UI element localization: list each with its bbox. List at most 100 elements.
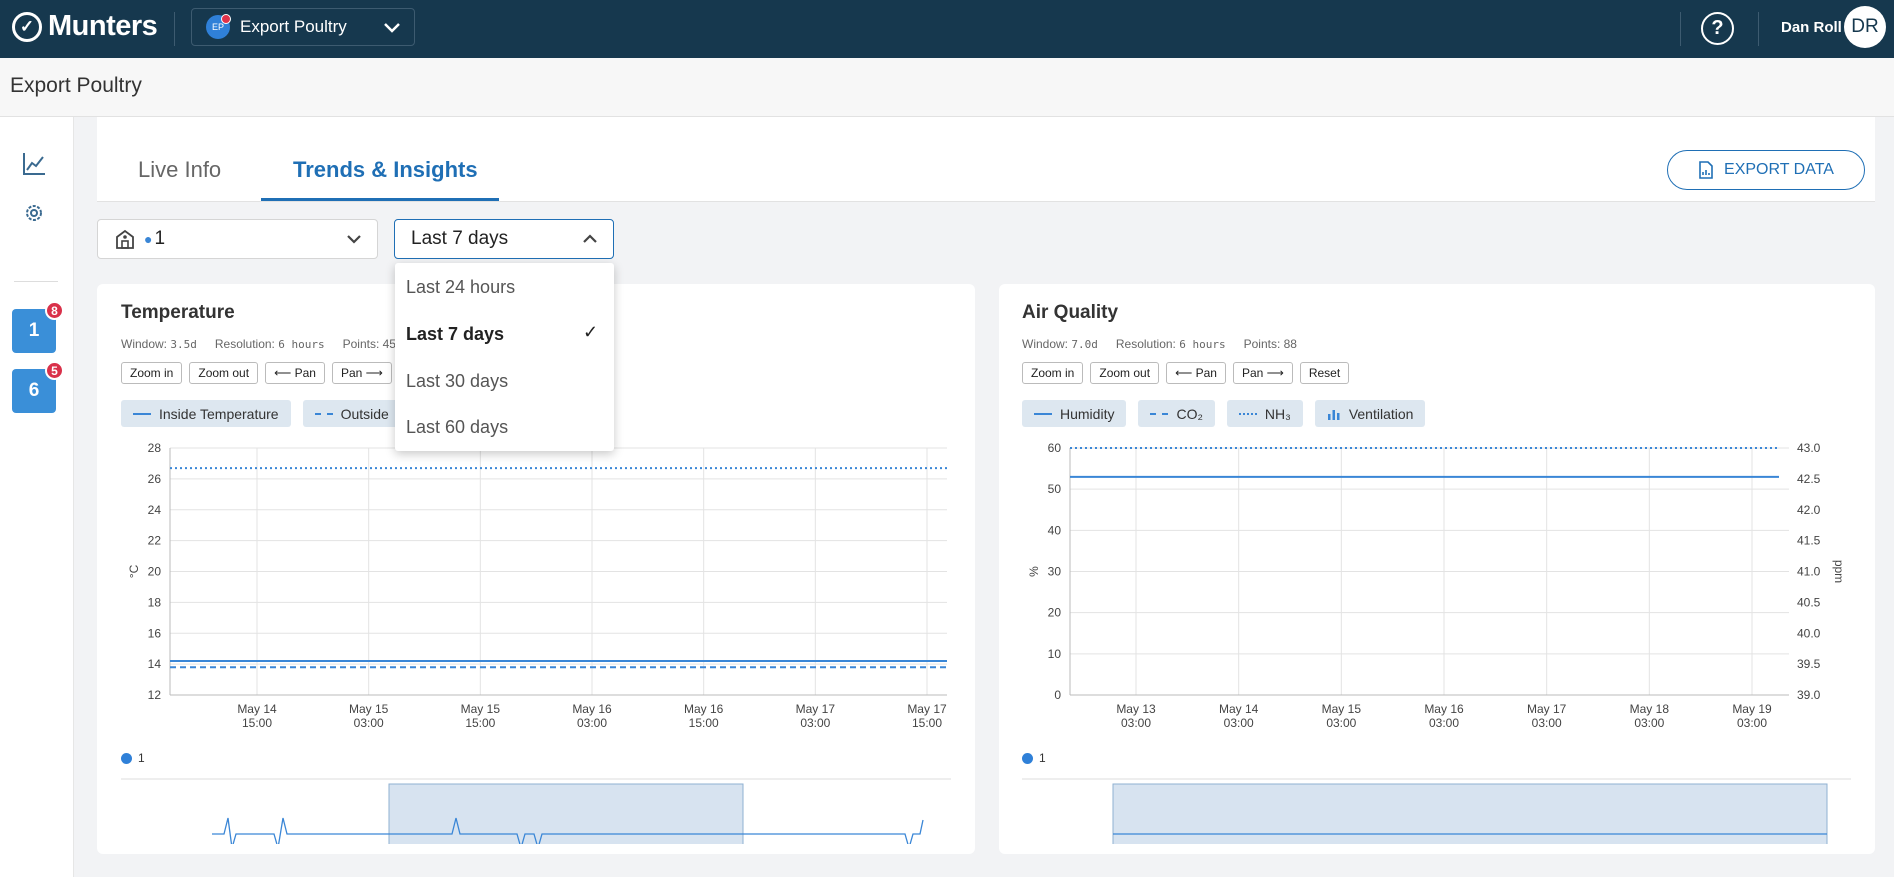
y2-tick-label: 40.0 (1797, 626, 1821, 640)
y-tick-label: 24 (148, 503, 162, 517)
y-tick-label: 20 (1048, 606, 1062, 620)
x-tick-label: May 17 (796, 702, 836, 716)
x-tick-label: May 15 (1322, 702, 1362, 716)
pan-right-button[interactable]: Pan ⟶ (1232, 362, 1293, 384)
chart-meta: Window: 7.0d Resolution: 6 hours Points:… (1022, 337, 1297, 351)
x-tick-label: 03:00 (1634, 716, 1664, 730)
house-color-dot (1022, 752, 1033, 764)
legend-inside-temperature[interactable]: Inside Temperature (121, 400, 291, 427)
house-1-button[interactable]: 1 8 (12, 301, 64, 353)
zoom-out-button[interactable]: Zoom out (189, 362, 259, 384)
divider (174, 12, 175, 46)
notification-dot (221, 14, 231, 24)
air-quality-card: Air Quality Window: 7.0d Resolution: 6 h… (999, 284, 1875, 854)
x-tick-label: May 17 (1527, 702, 1567, 716)
x-tick-label: May 19 (1732, 702, 1772, 716)
y2-tick-label: 42.0 (1797, 503, 1821, 517)
y-tick-label: 20 (148, 565, 162, 579)
y2-tick-label: 41.0 (1797, 565, 1821, 579)
x-tick-label: 03:00 (800, 716, 830, 730)
legend-ventilation[interactable]: Ventilation (1314, 400, 1426, 427)
user-initials: DR (1851, 16, 1879, 37)
y-tick-label: 22 (148, 534, 162, 548)
y-tick-label: 50 (1048, 482, 1062, 496)
farm-select-label: Export Poultry (240, 17, 347, 36)
house-6-button[interactable]: 6 5 (12, 361, 64, 413)
legend-label: CO₂ (1176, 405, 1203, 422)
active-tab-indicator (261, 198, 499, 201)
zoom-in-button[interactable]: Zoom in (121, 362, 183, 384)
house-legend[interactable]: 1 (1022, 751, 1046, 765)
window-meta: Window: 3.5d (121, 337, 197, 351)
menu-option-last-24-hours[interactable]: Last 24 hours (406, 277, 515, 298)
house-select[interactable]: ● 1 (97, 219, 378, 259)
line-chart-icon[interactable] (21, 151, 47, 177)
solid-line-icon (133, 412, 151, 415)
y-tick-label: 10 (1048, 647, 1062, 661)
menu-option-last-30-days[interactable]: Last 30 days (406, 371, 508, 392)
export-data-button[interactable]: EXPORT DATA (1667, 150, 1865, 190)
user-name[interactable]: Dan Roll (1781, 19, 1842, 36)
x-tick-label: 15:00 (912, 716, 942, 730)
brand-name: Munters (48, 10, 158, 42)
y-tick-label: 16 (148, 626, 162, 640)
y2-tick-label: 41.5 (1797, 534, 1821, 548)
help-icon[interactable]: ? (1701, 12, 1734, 45)
munters-logo-icon: ✓ (12, 11, 42, 42)
y-tick-label: 40 (1048, 523, 1062, 537)
y-tick-label: 14 (148, 657, 162, 671)
x-tick-label: May 15 (349, 702, 389, 716)
tab-trends-insights[interactable]: Trends & Insights (293, 157, 478, 183)
gear-icon[interactable] (21, 200, 47, 226)
y-tick-label: 26 (148, 472, 162, 486)
user-avatar[interactable]: DR (1844, 6, 1886, 48)
file-chart-icon (1699, 161, 1713, 179)
menu-option-last-60-days[interactable]: Last 60 days (406, 417, 508, 438)
legend-co2[interactable]: CO₂ (1138, 400, 1215, 427)
house-legend-label: 1 (1039, 751, 1046, 765)
menu-option-last-7-days[interactable]: Last 7 days (406, 324, 504, 345)
dotted-line-icon (1238, 412, 1257, 415)
reset-button[interactable]: Reset (1299, 362, 1350, 384)
y-axis-label: % (1027, 566, 1041, 577)
chevron-up-icon (583, 234, 597, 243)
x-tick-label: May 15 (461, 702, 501, 716)
help-symbol: ? (1711, 17, 1724, 39)
x-tick-label: May 14 (237, 702, 277, 716)
resolution-meta: Resolution: 6 hours (1115, 337, 1226, 351)
alarm-badge: 8 (45, 301, 64, 320)
divider (1680, 12, 1681, 46)
y-tick-label: 60 (1048, 441, 1062, 455)
pan-left-button[interactable]: ⟵ Pan (265, 362, 325, 384)
y-tick-label: 0 (1054, 688, 1061, 702)
dashed-line-icon (1150, 412, 1169, 415)
pan-left-button[interactable]: ⟵ Pan (1166, 362, 1226, 384)
farm-select[interactable]: EP Export Poultry (191, 8, 415, 46)
pan-right-button[interactable]: Pan ⟶ (331, 362, 392, 384)
x-tick-label: May 14 (1219, 702, 1259, 716)
y2-axis-label: ppm (1832, 560, 1846, 583)
legend-nh3[interactable]: NH₃ (1226, 400, 1303, 427)
x-tick-label: 03:00 (1429, 716, 1459, 730)
y2-tick-label: 39.5 (1797, 657, 1821, 671)
legend-label: Humidity (1060, 405, 1115, 422)
barn-icon (116, 229, 134, 249)
brand-logo[interactable]: ✓ Munters (12, 10, 158, 43)
zoom-in-button[interactable]: Zoom in (1022, 362, 1084, 384)
dashed-line-icon (314, 412, 333, 415)
y-tick-label: 18 (148, 595, 162, 609)
date-range-select[interactable]: Last 7 days (394, 219, 614, 259)
solid-line-icon (1034, 412, 1052, 415)
date-range-menu: Last 24 hours Last 7 days ✓ Last 30 days… (395, 263, 614, 451)
house-legend[interactable]: 1 (121, 751, 145, 765)
x-tick-label: 03:00 (1224, 716, 1254, 730)
air-quality-chart: 0 10 20 30 40 50 60 39.0 39.5 40.0 40.5 41.0 41.5 42.… (1022, 441, 1851, 844)
x-tick-label: 15:00 (465, 716, 495, 730)
divider (1758, 12, 1759, 46)
page-title: Export Poultry (10, 74, 142, 97)
legend-humidity[interactable]: Humidity (1022, 400, 1127, 427)
zoom-out-button[interactable]: Zoom out (1090, 362, 1160, 384)
x-tick-label: May 13 (1116, 702, 1156, 716)
x-tick-label: May 17 (907, 702, 947, 716)
tab-live-info[interactable]: Live Info (138, 157, 221, 183)
